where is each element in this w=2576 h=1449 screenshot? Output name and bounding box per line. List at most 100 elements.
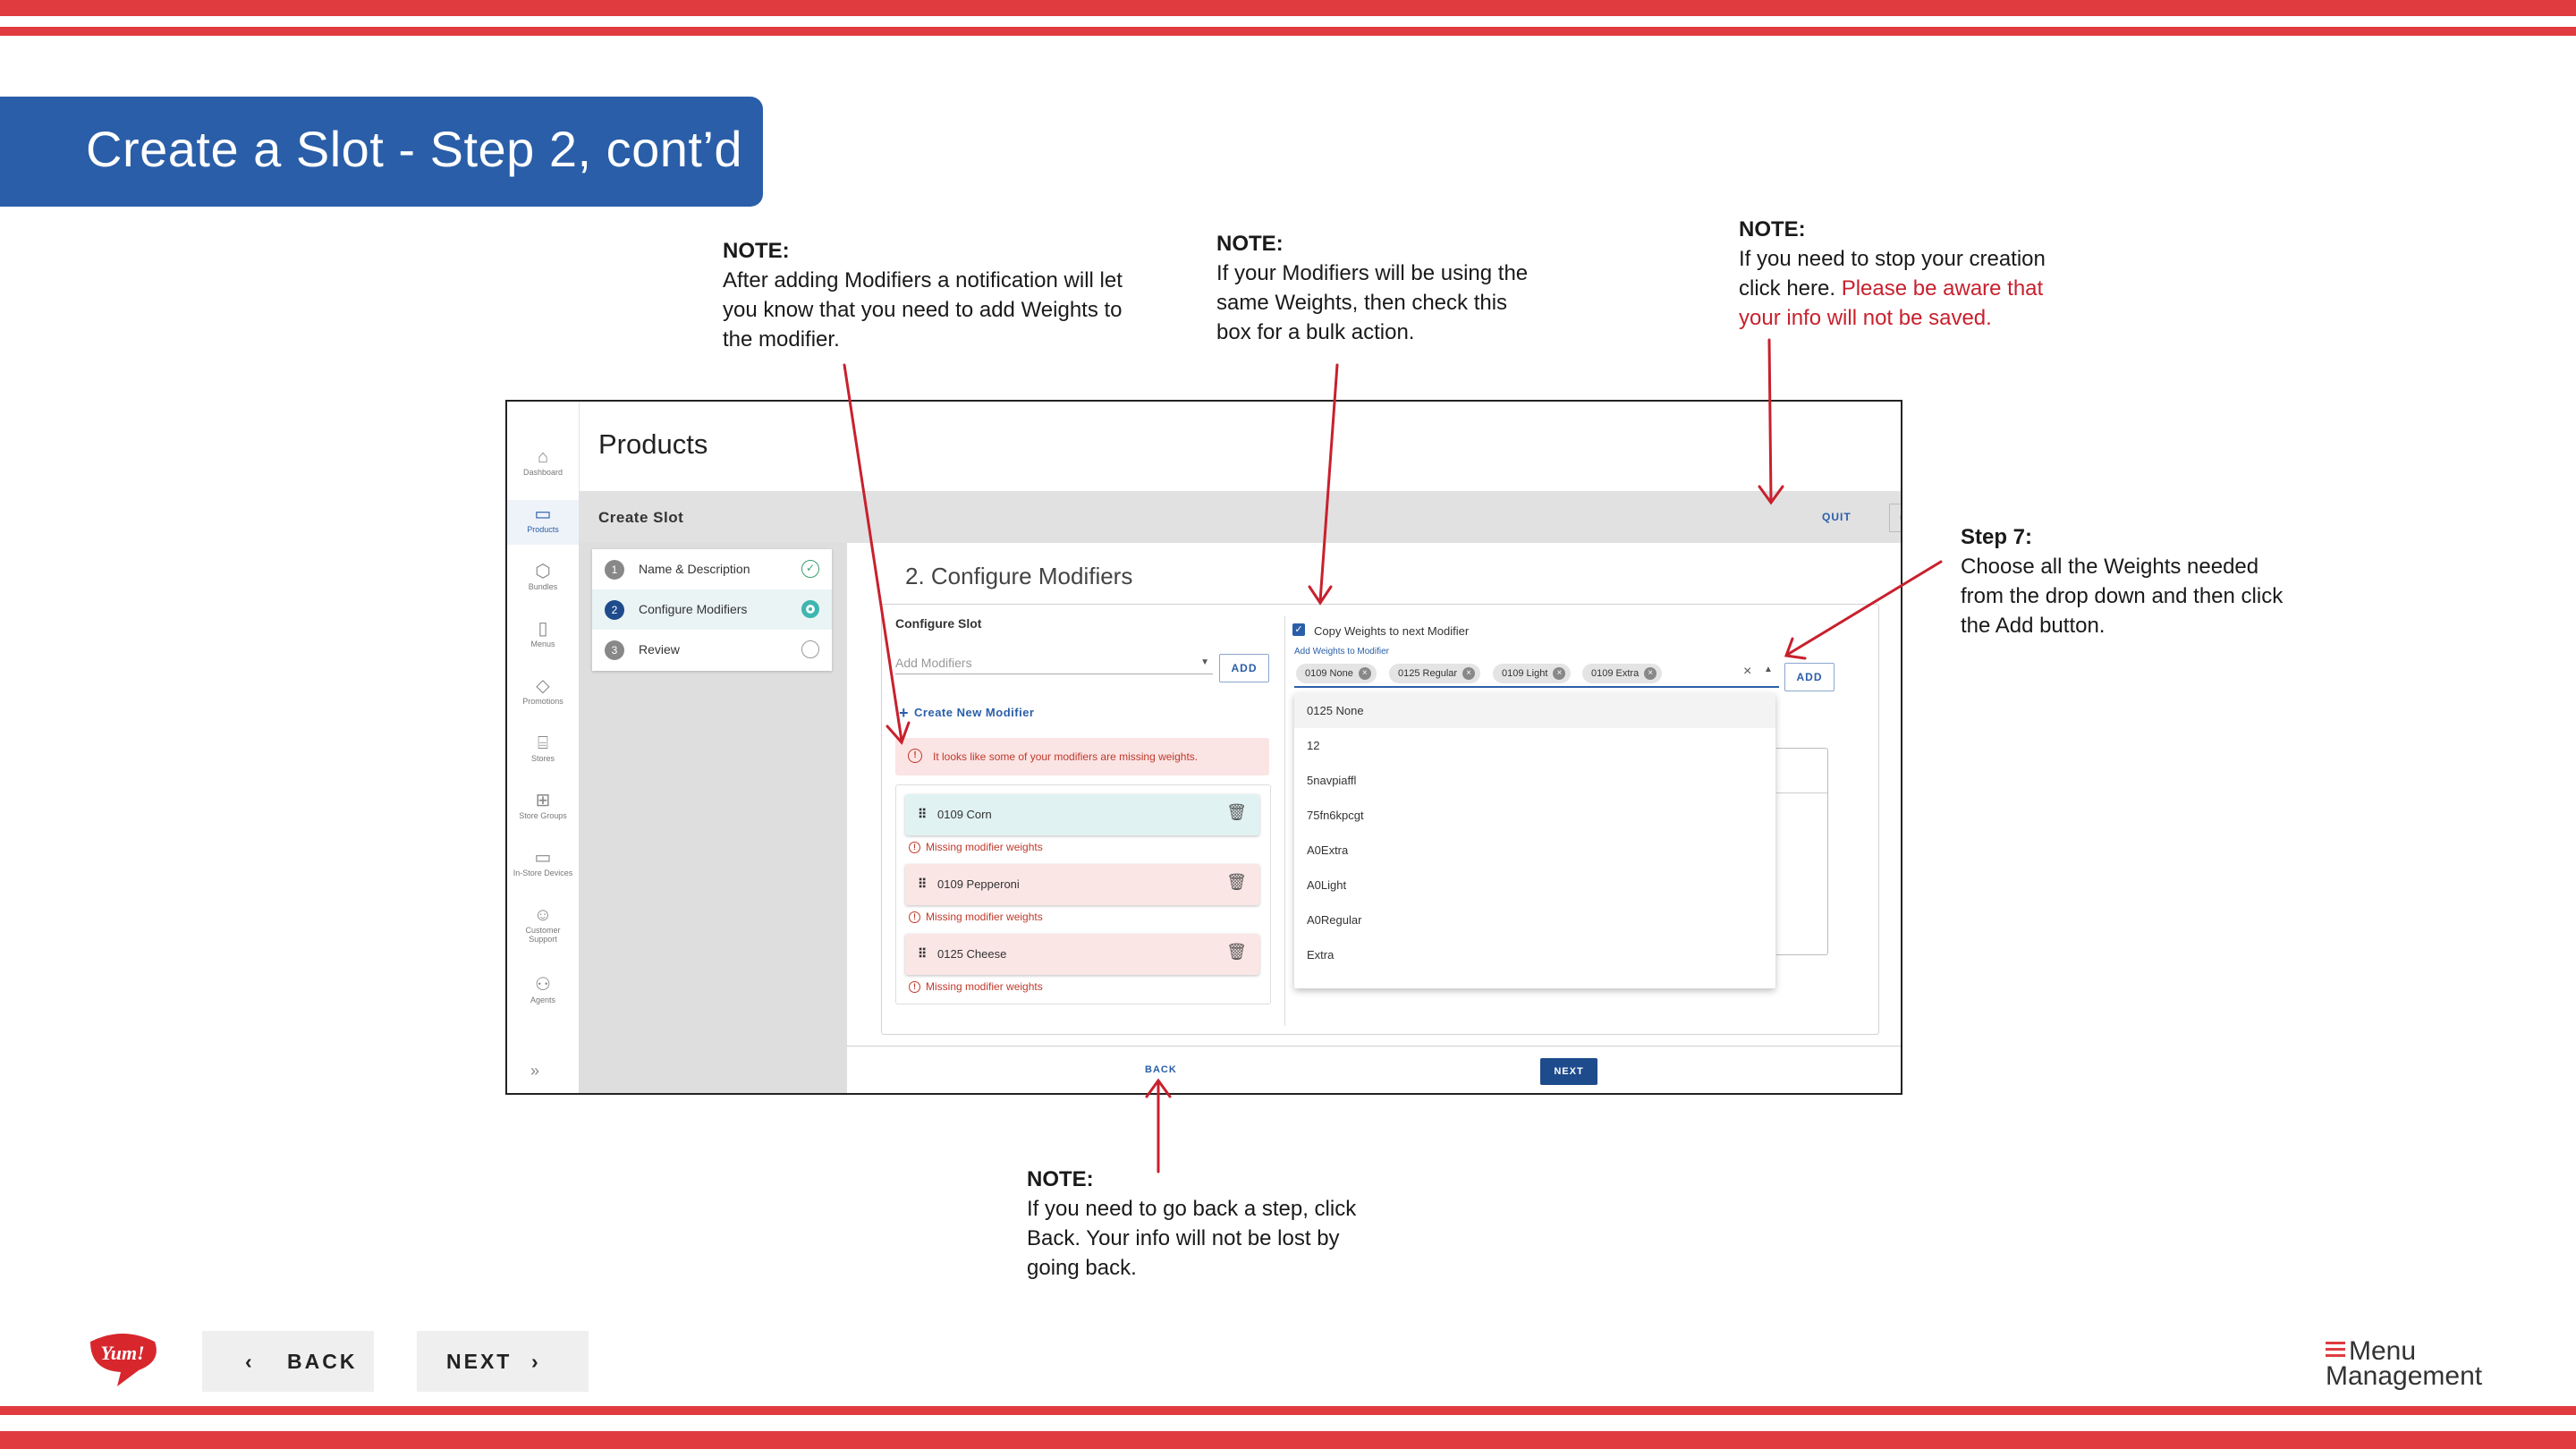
quit-button[interactable]: QUIT xyxy=(1822,511,1852,523)
create-button[interactable]: CREATE xyxy=(1889,504,1901,532)
chip-label: 0125 Regular xyxy=(1398,668,1458,679)
sidebar-item-label: Products xyxy=(527,525,559,534)
weight-chip[interactable]: 0109 None × xyxy=(1296,664,1377,683)
drag-handle-icon[interactable]: ⠿ xyxy=(918,877,927,892)
sidebar-item-label: Customer Support xyxy=(525,926,561,944)
dropdown-option[interactable]: 5navpiaffl xyxy=(1294,763,1775,798)
add-weights-select[interactable]: 0109 None × 0125 Regular × 0109 Light × 010… xyxy=(1294,659,1779,688)
add-modifiers-select[interactable]: Add Modifiers ▼ xyxy=(895,654,1213,674)
dropdown-option[interactable]: 75fn6kpcgt xyxy=(1294,798,1775,833)
modifier-name: 0109 Corn xyxy=(937,808,992,821)
remove-chip-icon[interactable]: × xyxy=(1358,667,1371,681)
modifier-list: ⠿ 0109 Corn 🗑 ! Missing modifier weights … xyxy=(895,784,1271,1004)
menu-management-logo: Menu Management xyxy=(2326,1338,2482,1390)
note-step-7: Step 7: Choose all the Weights needed fr… xyxy=(1961,522,2292,640)
alert-icon: ! xyxy=(908,749,922,763)
note-text: If your Modifiers will be using the same… xyxy=(1216,261,1529,344)
expand-sidebar-icon[interactable]: » xyxy=(530,1062,539,1080)
copy-weights-label: Copy Weights to next Modifier xyxy=(1314,624,1470,638)
next-button[interactable]: NEXT xyxy=(1540,1058,1597,1085)
weight-chip[interactable]: 0109 Light × xyxy=(1493,664,1572,683)
weight-chip[interactable]: 0109 Extra × xyxy=(1582,664,1663,683)
wizard-footer: BACK NEXT xyxy=(847,1046,1901,1093)
option-label: 5navpiaffl xyxy=(1307,774,1357,787)
option-label: Extra xyxy=(1307,948,1335,962)
slide-next-label: NEXT xyxy=(446,1350,513,1373)
clear-icon[interactable]: × xyxy=(1743,664,1751,680)
dropdown-option[interactable]: 0125 None xyxy=(1294,693,1775,728)
add-weights-label: Add Weights to Modifier xyxy=(1294,647,1389,657)
plus-icon: + xyxy=(899,704,910,722)
sidebar-item-promotions[interactable]: ◇ Promotions xyxy=(507,675,579,718)
list-item[interactable]: ⠿ 0125 Cheese 🗑 xyxy=(905,934,1259,975)
option-label: A0Regular xyxy=(1307,913,1362,927)
sidebar-item-store-groups[interactable]: ⊞ Store Groups xyxy=(507,790,579,833)
sidebar-item-in-store-devices[interactable]: ▭ In-Store Devices xyxy=(507,847,579,890)
step-label: Configure Modifiers xyxy=(639,602,748,616)
drag-handle-icon[interactable]: ⠿ xyxy=(918,807,927,822)
remove-chip-icon[interactable]: × xyxy=(1462,667,1476,681)
chip-label: 0109 None xyxy=(1305,668,1353,679)
document-icon: ▯ xyxy=(538,619,548,639)
step-number: 3 xyxy=(605,640,624,660)
step-review[interactable]: 3 Review xyxy=(592,630,832,670)
note-heading: NOTE: xyxy=(1216,232,1284,256)
sidebar-item-label: In-Store Devices xyxy=(513,869,573,877)
step-configure-modifiers[interactable]: 2 Configure Modifiers xyxy=(592,589,832,630)
remove-chip-icon[interactable]: × xyxy=(1553,667,1566,681)
weights-dropdown: 0125 None 12 5navpiaffl 75fn6kpcgt A0Ext… xyxy=(1294,693,1775,988)
trash-icon[interactable]: 🗑 xyxy=(1226,873,1247,892)
yum-logo: Yum! xyxy=(90,1334,157,1386)
sidebar-item-products[interactable]: ▭ Products xyxy=(507,500,579,545)
dropdown-option[interactable]: A0Extra xyxy=(1294,833,1775,868)
create-new-modifier-label: Create New Modifier xyxy=(914,706,1035,719)
create-new-modifier-button[interactable]: + Create New Modifier xyxy=(899,704,1035,723)
grid-icon: ⊞ xyxy=(535,791,551,810)
sidebar-item-dashboard[interactable]: ⌂ Dashboard xyxy=(507,446,579,489)
monitor-icon: ▭ xyxy=(534,848,552,868)
slide-next-button[interactable]: NEXT › xyxy=(417,1331,589,1392)
option-label: 0125 None xyxy=(1307,704,1364,717)
back-button[interactable]: BACK xyxy=(1145,1064,1177,1075)
modifier-warning-text: Missing modifier weights xyxy=(926,841,1043,853)
sidebar-item-agents[interactable]: ⚇ Agents xyxy=(507,974,579,1017)
weights-table-divider xyxy=(1776,792,1827,793)
step-number: 2 xyxy=(605,600,624,620)
list-item[interactable]: ⠿ 0109 Pepperoni 🗑 xyxy=(905,864,1259,905)
trash-icon[interactable]: 🗑 xyxy=(1226,943,1247,962)
sidebar-item-stores[interactable]: ⌸ Stores xyxy=(507,733,579,775)
add-weights-button[interactable]: ADD xyxy=(1784,663,1835,691)
remove-chip-icon[interactable]: × xyxy=(1644,667,1657,681)
sidebar-item-bundles[interactable]: ⬡ Bundles xyxy=(507,561,579,604)
dropdown-option[interactable]: 12 xyxy=(1294,728,1775,763)
chevron-up-icon[interactable]: ▲ xyxy=(1764,665,1773,674)
add-modifier-button[interactable]: ADD xyxy=(1219,654,1269,682)
note-back: NOTE: If you need to go back a step, cli… xyxy=(1027,1165,1385,1283)
sidebar-item-customer-support[interactable]: ☺ Customer Support xyxy=(507,904,579,956)
current-step-icon xyxy=(801,600,819,618)
box-icon: ▭ xyxy=(534,504,552,524)
step-name-description[interactable]: 1 Name & Description ✓ xyxy=(592,549,832,589)
dropdown-option[interactable]: Extra xyxy=(1294,937,1775,972)
modifier-name: 0109 Pepperoni xyxy=(937,877,1020,891)
column-divider xyxy=(1284,616,1285,1026)
sidebar-item-label: Dashboard xyxy=(522,468,564,477)
step-label: Review xyxy=(639,642,680,657)
svg-text:Yum!: Yum! xyxy=(100,1342,144,1364)
weight-chip[interactable]: 0125 Regular × xyxy=(1389,664,1481,683)
copy-weights-checkbox[interactable]: ✓ xyxy=(1292,623,1305,636)
note-quit: NOTE: If you need to stop your creation … xyxy=(1739,215,2088,333)
trash-icon[interactable]: 🗑 xyxy=(1226,803,1247,822)
sidebar-item-menus[interactable]: ▯ Menus xyxy=(507,618,579,661)
modifier-warning: ! Missing modifier weights xyxy=(909,980,1043,994)
add-modifiers-placeholder: Add Modifiers xyxy=(895,656,972,670)
slide-back-label: BACK xyxy=(287,1350,358,1373)
drag-handle-icon[interactable]: ⠿ xyxy=(918,946,927,962)
dropdown-option[interactable]: A0Regular xyxy=(1294,902,1775,937)
list-item[interactable]: ⠿ 0109 Corn 🗑 xyxy=(905,794,1259,835)
dropdown-option[interactable]: A0Light xyxy=(1294,868,1775,902)
modifier-name: 0125 Cheese xyxy=(937,947,1007,961)
note-text: If you need to go back a step, click Bac… xyxy=(1027,1197,1357,1280)
slide-back-button[interactable]: ‹ BACK xyxy=(202,1331,374,1392)
option-label: 75fn6kpcgt xyxy=(1307,809,1364,822)
